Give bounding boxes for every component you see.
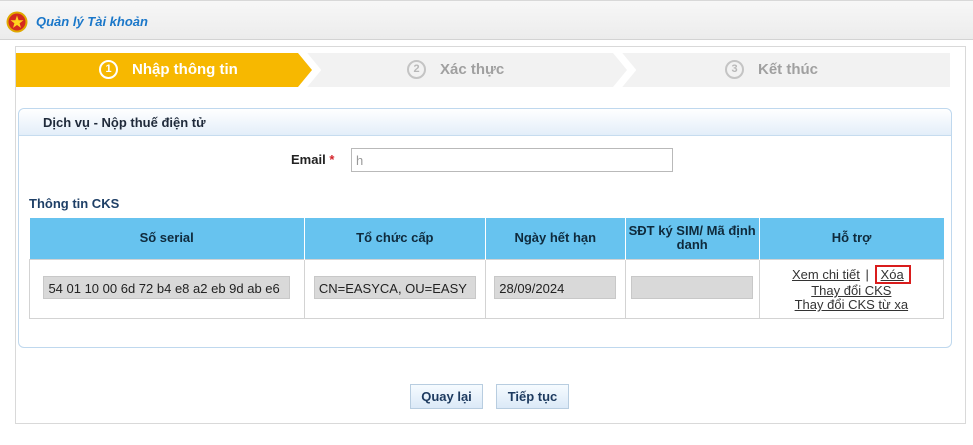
col-sim-id: SĐT ký SIM/ Mã định danh xyxy=(625,218,760,259)
delete-highlight: Xóa xyxy=(874,265,911,284)
top-bar: Quản lý Tài khoản xyxy=(0,0,973,40)
step-3: 3 Kết thúc xyxy=(725,53,818,87)
email-label-text: Email xyxy=(291,152,326,167)
back-button[interactable]: Quay lại xyxy=(410,384,483,409)
delete-link[interactable]: Xóa xyxy=(881,267,904,282)
app-title: Quản lý Tài khoản xyxy=(36,14,148,29)
step-2: 2 Xác thực xyxy=(407,53,504,87)
col-serial: Số serial xyxy=(29,218,305,259)
cks-table: Số serial Tổ chức cấp Ngày hết hạn SĐT k… xyxy=(29,218,945,319)
col-issuer: Tổ chức cấp xyxy=(304,218,486,259)
support-line-3: Thay đổi CKS từ xa xyxy=(761,298,942,312)
col-expiry: Ngày hết hạn xyxy=(485,218,626,259)
serial-value: 54 01 10 00 6d 72 b4 e8 a2 eb 9d ab e6 xyxy=(43,275,291,299)
step-1-number: 1 xyxy=(99,60,118,79)
issuer-value: CN=EASYCA, OU=EASY xyxy=(313,275,476,299)
change-cks-link[interactable]: Thay đổi CKS xyxy=(811,283,891,298)
national-emblem-icon xyxy=(6,11,28,33)
service-panel: Dịch vụ - Nộp thuế điện tử Email * Thông… xyxy=(18,108,952,348)
step-3-label: Kết thúc xyxy=(758,61,818,78)
step-1-label: Nhập thông tin xyxy=(132,61,238,78)
view-details-link[interactable]: Xem chi tiết xyxy=(792,267,860,282)
issuer-cell: CN=EASYCA, OU=EASY xyxy=(303,258,486,319)
cks-section-title: Thông tin CKS xyxy=(29,196,120,211)
expiry-value: 28/09/2024 xyxy=(494,275,617,299)
support-line-1: Xem chi tiết | Xóa xyxy=(761,265,942,284)
email-field[interactable] xyxy=(351,148,673,172)
required-mark: * xyxy=(329,152,335,167)
table-header-row: Số serial Tổ chức cấp Ngày hết hạn SĐT k… xyxy=(29,218,944,259)
panel-title: Dịch vụ - Nộp thuế điện tử xyxy=(19,109,951,136)
main-container: 1 Nhập thông tin 2 Xác thực 3 Kết thúc Dịch… xyxy=(15,46,966,424)
step-2-number: 2 xyxy=(407,60,426,79)
sim-id-cell xyxy=(624,258,760,319)
wizard-steps: 1 Nhập thông tin 2 Xác thực 3 Kết thúc xyxy=(16,53,967,87)
step-1: 1 Nhập thông tin xyxy=(99,53,238,87)
table-row: 54 01 10 00 6d 72 b4 e8 a2 eb 9d ab e6 C… xyxy=(29,258,945,319)
action-separator: | xyxy=(865,267,869,282)
support-line-2: Thay đổi CKS xyxy=(761,284,942,298)
next-button[interactable]: Tiếp tục xyxy=(496,384,569,409)
change-cks-remote-link[interactable]: Thay đổi CKS từ xa xyxy=(795,297,908,312)
expiry-cell: 28/09/2024 xyxy=(484,258,626,319)
col-support: Hỗ trợ xyxy=(759,218,944,259)
sim-id-value xyxy=(631,275,754,299)
step-3-number: 3 xyxy=(725,60,744,79)
serial-cell: 54 01 10 00 6d 72 b4 e8 a2 eb 9d ab e6 xyxy=(29,258,305,319)
step-2-label: Xác thực xyxy=(440,61,505,78)
support-cell: Xem chi tiết | Xóa Thay đổi CKS Thay đổi… xyxy=(758,258,945,319)
email-label: Email * xyxy=(291,152,334,167)
